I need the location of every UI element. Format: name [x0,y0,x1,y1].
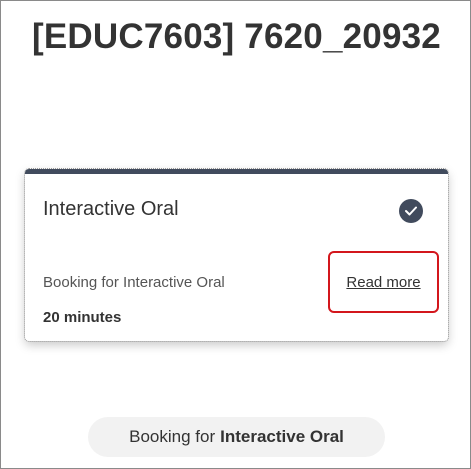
read-more-link[interactable]: Read more [328,251,439,313]
booking-summary: Booking for Interactive Oral [88,417,385,457]
check-circle-icon [399,199,423,223]
service-duration: 20 minutes [43,309,122,326]
page-frame: [EDUC7603] 7620_20932 Interactive Oral B… [0,0,471,469]
service-description: Booking for Interactive Oral [43,274,225,291]
booking-prefix: Booking for [129,427,216,446]
booking-service-name: Interactive Oral [220,427,344,446]
service-title: Interactive Oral [43,198,179,220]
page-title: [EDUC7603] 7620_20932 [32,17,441,56]
service-card[interactable]: Interactive Oral Booking for Interactive… [24,168,449,342]
